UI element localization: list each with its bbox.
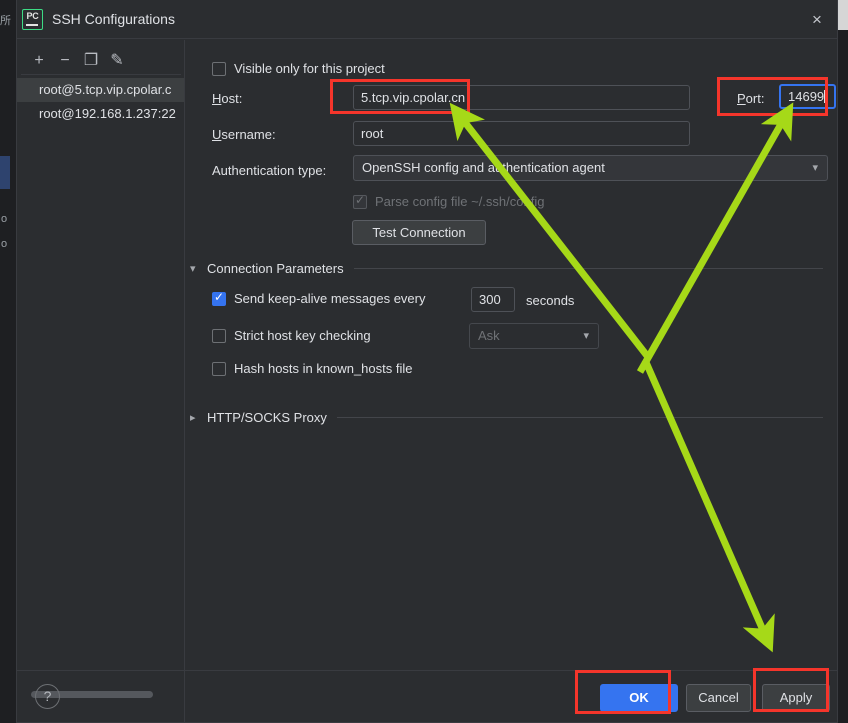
background-label-1: o [1,213,7,225]
background-label-0: 所 [0,15,11,27]
test-connection-button[interactable]: Test Connection [352,220,486,245]
keepalive-interval-input[interactable]: 300 [471,287,515,312]
pycharm-icon: PC [22,9,43,30]
hash-hosts-row[interactable]: Hash hosts in known_hosts file [212,361,412,376]
auth-type-value: OpenSSH config and authentication agent [362,160,605,175]
strict-host-label: Strict host key checking [234,328,371,343]
copy-button[interactable]: ❐ [78,48,104,74]
parse-config-row: Parse config file ~/.ssh/config [353,194,544,209]
strict-host-checkbox[interactable] [212,329,226,343]
section-divider [337,417,823,418]
dialog-footer: ? OK Cancel Apply [17,670,837,722]
background-selected-row [0,156,10,189]
help-button[interactable]: ? [35,684,60,709]
auth-type-label: Authentication type: [212,163,326,178]
connection-parameters-title: Connection Parameters [207,261,344,276]
chevron-down-icon: ▾ [812,156,818,180]
edit-button[interactable]: ✎ [104,48,130,74]
proxy-title: HTTP/SOCKS Proxy [207,410,327,425]
username-label-wrap: Username: [212,126,276,144]
add-button[interactable]: + [26,48,52,74]
proxy-section[interactable]: ▸ HTTP/SOCKS Proxy [190,410,833,425]
ssh-configurations-dialog: PC SSH Configurations × + − ❐ ✎ root@5.t… [16,0,838,723]
list-item-0[interactable]: root@5.tcp.vip.cpolar.c [17,78,184,102]
cancel-button[interactable]: Cancel [686,684,751,712]
configuration-form: Visible only for this project Host: 5.tc… [186,40,837,670]
close-icon[interactable]: × [806,9,828,31]
visible-only-label: Visible only for this project [234,61,385,76]
host-label-wrap: Host: [212,90,242,108]
port-label-wrap: Port: [737,90,764,108]
parse-config-label: Parse config file ~/.ssh/config [375,194,544,209]
remove-button[interactable]: − [52,48,78,74]
configurations-list: root@5.tcp.vip.cpolar.c root@192.168.1.2… [17,78,184,126]
parse-config-checkbox [353,195,367,209]
strict-host-row[interactable]: Strict host key checking [212,328,371,343]
hash-hosts-label: Hash hosts in known_hosts file [234,361,412,376]
toolbar-separator [21,74,181,75]
page-title: SSH Configurations [52,11,175,27]
port-input[interactable]: 14699 [779,84,836,109]
keepalive-checkbox[interactable] [212,292,226,306]
background-label-2: o [1,238,7,250]
chevron-down-icon: ▾ [583,324,589,348]
hash-hosts-checkbox[interactable] [212,362,226,376]
apply-button[interactable]: Apply [762,684,830,712]
connection-parameters-section[interactable]: ▾ Connection Parameters [190,261,833,276]
username-label: Username: [212,127,276,142]
keepalive-label: Send keep-alive messages every [234,291,426,306]
port-label: Port: [737,91,764,106]
visible-only-row[interactable]: Visible only for this project [212,61,385,76]
background-window-scrollbar[interactable] [838,0,848,30]
auth-type-label-wrap: Authentication type: [212,162,326,180]
chevron-right-icon: ▸ [190,411,200,424]
visible-only-checkbox[interactable] [212,62,226,76]
list-toolbar: + − ❐ ✎ [17,48,185,76]
dialog-titlebar: PC SSH Configurations × [17,0,837,39]
host-input[interactable]: 5.tcp.vip.cpolar.cn [353,85,690,110]
strict-host-value: Ask [478,328,500,343]
list-item-1[interactable]: root@192.168.1.237:22 [17,102,184,126]
background-window-left-strip [0,0,16,723]
text-caret [824,90,825,103]
configurations-list-panel: + − ❐ ✎ root@5.tcp.vip.cpolar.c root@192… [17,40,185,722]
pycharm-icon-text: PC [23,11,42,21]
strict-host-select: Ask ▾ [469,323,599,349]
pycharm-icon-bar [26,24,38,27]
auth-type-select[interactable]: OpenSSH config and authentication agent … [353,155,828,181]
host-label: Host: [212,91,242,106]
keepalive-suffix-wrap: seconds [526,292,574,310]
background-window-right-strip [838,30,848,723]
chevron-down-icon: ▾ [190,262,200,275]
section-divider [354,268,823,269]
ok-button[interactable]: OK [600,684,678,712]
keepalive-suffix-label: seconds [526,293,574,308]
keepalive-row[interactable]: Send keep-alive messages every [212,291,426,306]
username-input[interactable]: root [353,121,690,146]
